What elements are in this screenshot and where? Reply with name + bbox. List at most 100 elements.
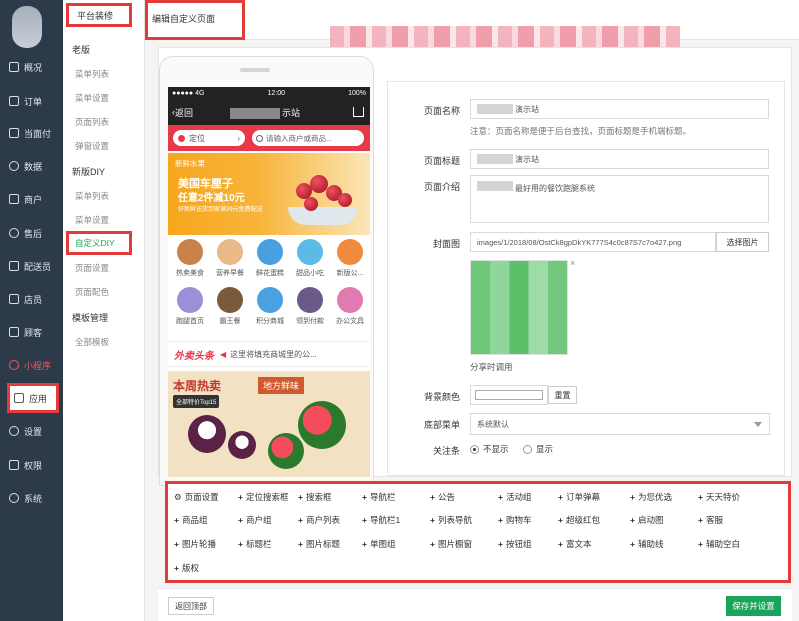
component-button[interactable]: + 定位搜索框 <box>238 491 288 503</box>
sub-item-menu-settings[interactable]: 菜单设置 <box>75 214 109 226</box>
component-label: 辅助线 <box>637 539 664 549</box>
sidebar-item-merchant[interactable]: 商户 <box>0 188 63 210</box>
component-button[interactable]: + 图片标题 <box>298 538 340 550</box>
sidebar-item-facepay[interactable]: 当面付 <box>0 122 63 144</box>
sidebar-item-customer[interactable]: 顾客 <box>0 321 63 343</box>
news-bar[interactable]: 外卖头条 ◀ 这里将填充商城里的公... <box>168 341 370 367</box>
reset-button[interactable]: 重置 <box>548 386 577 404</box>
component-button[interactable]: + 商户列表 <box>298 514 340 526</box>
category-item[interactable]: 鲜花蛋糕 <box>250 239 290 278</box>
component-button[interactable]: + 图片橱窗 <box>430 538 472 550</box>
sidebar-item-overview[interactable]: 概况 <box>0 56 63 78</box>
page-name-input[interactable]: 演示站 <box>470 99 769 119</box>
sub-item-old-menu-list[interactable]: 菜单列表 <box>75 68 109 80</box>
sub-item-custom-diy[interactable]: 自定义DIY <box>66 231 132 255</box>
sidebar-item-app[interactable]: 应用 <box>7 383 59 413</box>
category-item[interactable]: 跑腿首页 <box>170 287 210 326</box>
search-input[interactable]: 请输入商户或商品... <box>252 130 364 146</box>
page-desc-textarea[interactable]: 最好用的餐饮跑腿系统 <box>470 175 769 223</box>
category-icon <box>337 239 363 265</box>
location-button[interactable]: 定位 › <box>173 130 245 146</box>
bg-color-picker[interactable] <box>470 385 548 405</box>
close-icon[interactable]: × <box>570 258 575 268</box>
sidebar-item-miniprogram[interactable]: 小程序 <box>0 354 63 376</box>
component-button[interactable]: + 搜索框 <box>298 491 331 503</box>
component-button[interactable]: + 导航栏 <box>362 491 395 503</box>
component-button[interactable]: ⚙ 页面设置 <box>174 491 219 503</box>
phone-status-bar: ●●●●● 4G 12:00 100% <box>168 87 370 99</box>
component-button[interactable]: + 图片轮播 <box>174 538 216 550</box>
category-item[interactable]: 积分商城 <box>250 287 290 326</box>
sub-item-old-popup-settings[interactable]: 弹窗设置 <box>75 140 109 152</box>
component-button[interactable]: + 为您优选 <box>630 491 672 503</box>
category-icon <box>257 239 283 265</box>
component-button[interactable]: + 购物车 <box>498 514 531 526</box>
component-button[interactable]: + 天天特价 <box>698 491 740 503</box>
back-to-top-button[interactable]: 返回顶部 <box>168 597 214 615</box>
component-label: 辅助空白 <box>705 539 740 549</box>
sidebar-item-clerk[interactable]: 店员 <box>0 288 63 310</box>
category-item[interactable]: 霸王餐 <box>210 287 250 326</box>
component-button[interactable]: + 辅助线 <box>630 538 663 550</box>
sub-sidebar-title[interactable]: 平台装修 <box>66 3 132 27</box>
plus-icon: + <box>698 539 703 549</box>
bottom-menu-select[interactable]: 系统默认 <box>470 413 770 435</box>
sub-item-page-settings[interactable]: 页面设置 <box>75 262 109 274</box>
sub-item-all-templates[interactable]: 全部模板 <box>75 336 109 348</box>
category-item[interactable]: 热卖美食 <box>170 239 210 278</box>
category-icon <box>217 239 243 265</box>
sub-item-page-colors[interactable]: 页面配色 <box>75 286 109 298</box>
sidebar-item-system[interactable]: 系统 <box>0 487 63 509</box>
component-button[interactable]: + 启动图 <box>630 514 663 526</box>
component-label: 图片轮播 <box>181 539 216 549</box>
component-button[interactable]: + 富文本 <box>558 538 591 550</box>
avatar[interactable] <box>12 6 42 48</box>
follow-bar-show-radio[interactable]: 显示 <box>523 443 553 455</box>
component-button[interactable]: + 公告 <box>430 491 455 503</box>
sidebar-item-orders[interactable]: 订单 <box>0 90 63 112</box>
plus-icon: + <box>698 492 703 502</box>
page-title-input[interactable]: 演示站 <box>470 149 769 169</box>
group-templates: 模板管理 <box>72 313 109 323</box>
component-button[interactable]: + 活动组 <box>498 491 531 503</box>
component-button[interactable]: + 商品组 <box>174 514 207 526</box>
category-item[interactable]: 新版公... <box>330 239 370 278</box>
category-item[interactable]: 甜品小吃 <box>290 239 330 278</box>
category-item[interactable]: 办公文具 <box>330 287 370 326</box>
miniprogram-icon <box>9 360 19 370</box>
clerk-icon <box>9 294 19 304</box>
category-icon <box>177 239 203 265</box>
hot-sale-banner[interactable]: 本周热卖 全部特价Top15 地方鲜味 <box>168 371 370 477</box>
sub-item-old-page-list[interactable]: 页面列表 <box>75 116 109 128</box>
component-button[interactable]: + 客服 <box>698 514 723 526</box>
tab-edit-custom-page[interactable]: 编辑自定义页面 <box>145 0 245 40</box>
share-icon[interactable] <box>353 107 364 117</box>
component-button[interactable]: + 订单弹幕 <box>558 491 600 503</box>
save-and-set-button[interactable]: 保存并设置 <box>726 596 781 616</box>
sidebar-item-data[interactable]: 数据 <box>0 155 63 177</box>
component-button[interactable]: + 列表导航 <box>430 514 472 526</box>
category-item[interactable]: 营养早餐 <box>210 239 250 278</box>
follow-bar-hide-radio[interactable]: 不显示 <box>470 443 509 455</box>
cover-path-input[interactable]: images/1/2018/08/OstCk8gpDkYK777S4c0c87S… <box>470 232 716 252</box>
sidebar-item-label: 小程序 <box>24 360 52 371</box>
component-button[interactable]: + 商户组 <box>238 514 271 526</box>
sub-item-menu-list[interactable]: 菜单列表 <box>75 190 109 202</box>
plus-icon: + <box>362 492 367 502</box>
component-button[interactable]: + 版权 <box>174 562 199 574</box>
component-button[interactable]: + 超级红包 <box>558 514 600 526</box>
component-button[interactable]: + 导航栏1 <box>362 514 400 526</box>
category-item[interactable]: 领到付款 <box>290 287 330 326</box>
fruit-banner[interactable]: 新鲜水果 美国车厘子 任意2件减10元 好新鲜送货到家满39元免费配送 <box>168 153 370 235</box>
sidebar-item-aftersale[interactable]: 售后 <box>0 222 63 244</box>
sidebar-item-courier[interactable]: 配送员 <box>0 255 63 277</box>
component-button[interactable]: + 按钮组 <box>498 538 531 550</box>
sidebar-item-permissions[interactable]: 权限 <box>0 454 63 476</box>
sub-item-old-menu-settings[interactable]: 菜单设置 <box>75 92 109 104</box>
back-label[interactable]: 返回 <box>175 106 193 119</box>
component-button[interactable]: + 单图组 <box>362 538 395 550</box>
component-button[interactable]: + 辅助空白 <box>698 538 740 550</box>
sidebar-item-settings[interactable]: 设置 <box>0 420 63 442</box>
component-button[interactable]: + 标题栏 <box>238 538 271 550</box>
choose-image-button[interactable]: 选择图片 <box>716 232 769 252</box>
